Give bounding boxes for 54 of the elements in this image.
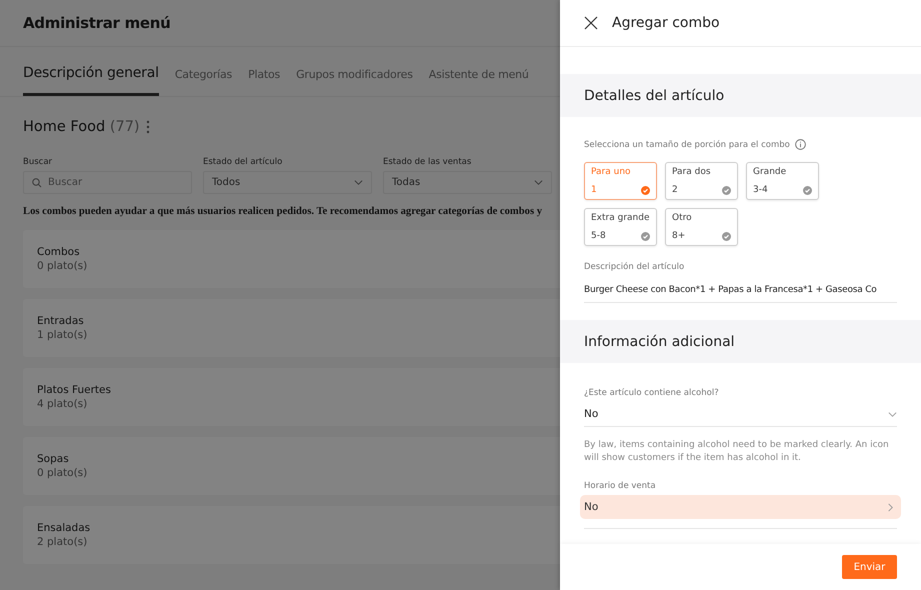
tab[interactable]: Descripción general [23,65,159,96]
search-icon [32,178,42,188]
alcohol-select[interactable]: No [584,402,897,427]
portion-option[interactable]: Para dos 2 [665,162,738,200]
field-label: ¿Este artículo contiene alcohol? [584,388,720,398]
info-icon[interactable] [794,139,806,150]
portion-option[interactable]: Otro 8+ [665,208,738,246]
portion-option[interactable]: Extra grande 5-8 [584,208,657,246]
tab[interactable]: Platos [248,68,280,96]
category-count: 0 plato(s) [37,467,88,479]
description-field[interactable]: Burger Cheese con Bacon*1 + Papas a la Francesa*1 + Gaseosa Co [584,278,897,303]
chevron-icon [886,502,895,512]
schedule-select[interactable]: No [580,495,901,519]
category-name: Platos Fuertes [37,384,112,396]
chevron-icon [534,178,543,187]
more-icon[interactable] [146,120,150,134]
category-card[interactable]: Platos Fuertes 4 plato(s) [23,368,560,426]
category-name: Ensaladas [37,522,92,534]
portion-option[interactable]: Para uno 1 [584,162,657,200]
select-field[interactable]: Todos [203,171,372,194]
page-title: Administrar menú [23,14,171,32]
drawer-title: Agregar combo [612,15,720,31]
filter-label: Estado del artículo [203,157,284,167]
search-field[interactable]: Buscar [23,171,192,194]
category-card[interactable]: Sopas 0 plato(s) [23,437,560,495]
field-label: Descripción del artículo [584,262,686,272]
category-name: Entradas [37,315,85,327]
chevron-icon [354,178,363,187]
menu-name: Home Food (77) [23,119,140,135]
field-label: Selecciona un tamaño de porción para el combo [584,140,790,150]
filter-label: Estado de las ventas [383,157,472,167]
portion-option[interactable]: Grande 3-4 [746,162,819,200]
category-card[interactable]: Entradas 1 plato(s) [23,299,560,357]
notice-text: Los combos pueden ayudar a que más usuarios realicen pedidos. Te recomendamos agregar categorías de combos y [22,205,544,217]
category-count: 2 plato(s) [37,536,88,548]
section-heading: Información adicional [560,320,921,363]
tab[interactable]: Asistente de menú [428,68,529,96]
category-count: 4 plato(s) [37,398,88,410]
field-label: Horario de venta [584,481,657,491]
submit-button[interactable]: Enviar [842,555,897,579]
select-field[interactable]: Todas [383,171,552,194]
category-name: Sopas [37,453,70,465]
category-count: 0 plato(s) [37,260,88,272]
tab[interactable]: Categorías [174,68,232,96]
section-heading: Detalles del artículo [560,74,921,117]
filter-label: Buscar [23,157,54,167]
category-card[interactable]: Ensaladas 2 plato(s) [23,506,560,564]
category-card[interactable]: Combos 0 plato(s) [23,230,560,288]
help-text: By law, items containing alcohol need to be marked clearly. An icon will show customers if the item has alcohol in it. [584,439,890,465]
chevron-icon [888,410,897,418]
tab[interactable]: Grupos modificadores [296,68,413,96]
category-name: Combos [37,246,81,258]
category-count: 1 plato(s) [37,329,88,341]
close-button[interactable] [584,16,598,30]
